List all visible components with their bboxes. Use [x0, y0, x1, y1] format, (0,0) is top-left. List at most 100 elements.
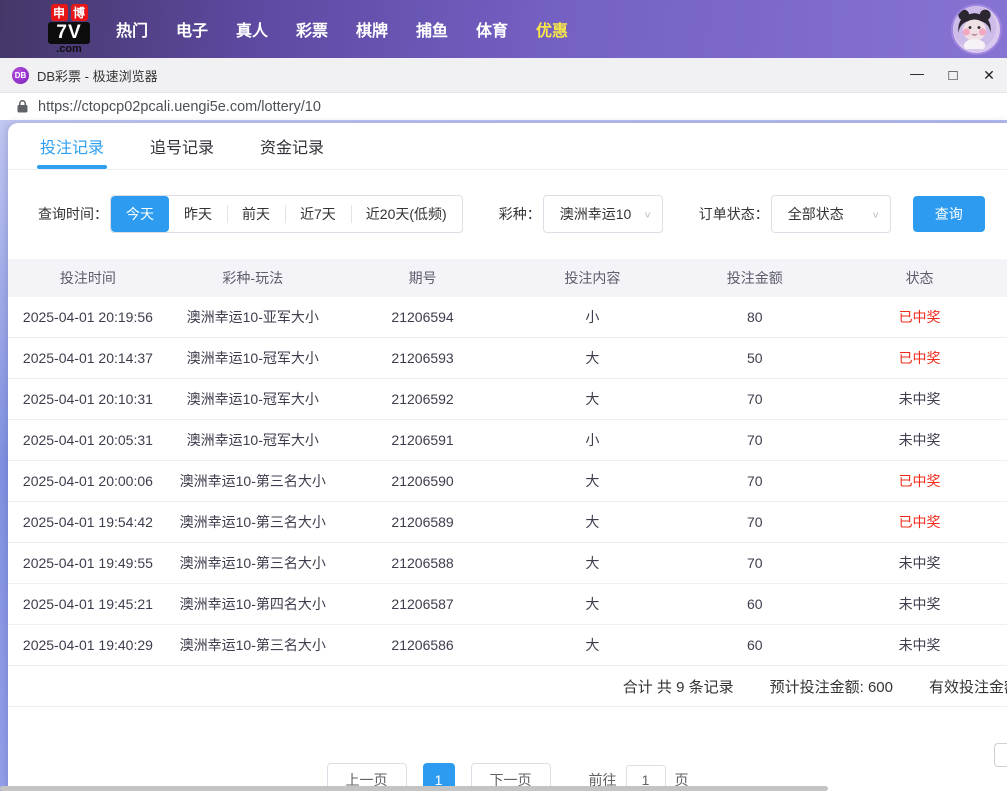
minimize-icon: —: [910, 65, 924, 81]
cell-amount: 60: [677, 596, 832, 612]
cell-issue: 21206587: [338, 596, 508, 612]
header-amount: 投注金额: [677, 268, 832, 288]
cell-amount: 70: [677, 391, 832, 407]
clipped-side-widget[interactable]: [994, 743, 1007, 767]
cell-content: 小: [507, 430, 677, 450]
chevron-down-icon: ∨: [644, 209, 652, 219]
menu-item-lottery[interactable]: 彩票: [296, 17, 328, 41]
menu-item-fishing[interactable]: 捕鱼: [416, 17, 448, 41]
cell-content: 大: [507, 512, 677, 532]
site-logo[interactable]: 申 博 7V .com: [40, 4, 98, 55]
browser-favicon: DB: [12, 67, 29, 84]
bet-records-table: 投注时间 彩种-玩法 期号 投注内容 投注金额 状态 2025-04-01 20…: [8, 259, 1007, 707]
table-row: 2025-04-01 19:49:55澳洲幸运10-第三名大小21206588大…: [8, 543, 1007, 584]
menu-item-board[interactable]: 棋牌: [356, 17, 388, 41]
cell-status: 已中奖: [832, 348, 1007, 368]
logo-badge-shen: 申: [51, 4, 68, 21]
cell-issue: 21206588: [338, 555, 508, 571]
record-tabs: 投注记录 追号记录 资金记录: [8, 123, 1007, 170]
time-option-20days[interactable]: 近20天(低频): [351, 196, 462, 232]
cell-content: 大: [507, 553, 677, 573]
cell-amount: 70: [677, 514, 832, 530]
summary-valid-amount: 有效投注金额: [929, 676, 1007, 697]
cell-time: 2025-04-01 20:19:56: [8, 309, 168, 325]
horizontal-scrollbar[interactable]: [0, 786, 828, 791]
menu-item-promo[interactable]: 优惠: [536, 17, 568, 41]
time-option-daybefore[interactable]: 前天: [227, 196, 285, 232]
cell-status: 已中奖: [832, 471, 1007, 491]
header-bet-time: 投注时间: [8, 268, 168, 288]
time-option-7days[interactable]: 近7天: [285, 196, 351, 232]
cell-time: 2025-04-01 20:14:37: [8, 350, 168, 366]
cell-issue: 21206586: [338, 637, 508, 653]
cell-issue: 21206594: [338, 309, 508, 325]
cell-time: 2025-04-01 20:05:31: [8, 432, 168, 448]
cell-amount: 70: [677, 555, 832, 571]
cell-status: 已中奖: [832, 512, 1007, 532]
summary-expected-amount: 预计投注金额: 600: [770, 676, 893, 697]
cell-content: 大: [507, 635, 677, 655]
lock-icon: [17, 100, 28, 113]
tab-fund-records[interactable]: 资金记录: [260, 123, 324, 169]
cell-game: 澳洲幸运10-冠军大小: [168, 389, 338, 409]
order-status-select[interactable]: 全部状态 ∨: [771, 195, 891, 233]
cell-issue: 21206591: [338, 432, 508, 448]
table-row: 2025-04-01 19:40:29澳洲幸运10-第三名大小21206586大…: [8, 625, 1007, 666]
cell-content: 大: [507, 471, 677, 491]
lottery-type-label: 彩种：: [499, 204, 541, 224]
lottery-type-select[interactable]: 澳洲幸运10 ∨: [543, 195, 663, 233]
cell-amount: 80: [677, 309, 832, 325]
menu-item-hot[interactable]: 热门: [116, 17, 148, 41]
cell-game: 澳洲幸运10-第三名大小: [168, 471, 338, 491]
cell-time: 2025-04-01 19:45:21: [8, 596, 168, 612]
content-card: 投注记录 追号记录 资金记录 查询时间： 今天 昨天 前天 近7天 近20天(低…: [8, 123, 1007, 791]
menu-item-sports[interactable]: 体育: [476, 17, 508, 41]
cell-game: 澳洲幸运10-冠军大小: [168, 430, 338, 450]
time-option-yesterday[interactable]: 昨天: [169, 196, 227, 232]
query-time-label: 查询时间：: [38, 204, 108, 224]
tab-chase-records[interactable]: 追号记录: [150, 123, 214, 169]
cell-status: 未中奖: [832, 430, 1007, 450]
cell-content: 大: [507, 389, 677, 409]
table-row: 2025-04-01 20:14:37澳洲幸运10-冠军大小21206593大5…: [8, 338, 1007, 379]
page-background: 投注记录 追号记录 资金记录 查询时间： 今天 昨天 前天 近7天 近20天(低…: [0, 120, 1007, 791]
logo-badge-bo: 博: [71, 4, 88, 21]
cell-time: 2025-04-01 20:10:31: [8, 391, 168, 407]
browser-titlebar: DB DB彩票 - 极速浏览器 — □ ✕: [0, 58, 1007, 93]
top-navbar: 申 博 7V .com 热门 电子 真人 彩票 棋牌 捕鱼 体育 优惠: [0, 0, 1007, 58]
menu-item-electronic[interactable]: 电子: [176, 17, 208, 41]
user-avatar[interactable]: [951, 4, 1002, 55]
table-row: 2025-04-01 20:00:06澳洲幸运10-第三名大小21206590大…: [8, 461, 1007, 502]
order-status-label: 订单状态：: [699, 204, 769, 224]
header-status: 状态: [832, 268, 1007, 288]
table-row: 2025-04-01 19:54:42澳洲幸运10-第三名大小21206589大…: [8, 502, 1007, 543]
close-button[interactable]: ✕: [971, 58, 1007, 92]
cell-issue: 21206590: [338, 473, 508, 489]
header-content: 投注内容: [507, 268, 677, 288]
summary-total: 合计 共 9 条记录: [623, 676, 734, 697]
header-game-play: 彩种-玩法: [168, 268, 338, 288]
menu-item-live[interactable]: 真人: [236, 17, 268, 41]
cell-game: 澳洲幸运10-第三名大小: [168, 635, 338, 655]
cell-status: 未中奖: [832, 553, 1007, 573]
time-option-today[interactable]: 今天: [111, 196, 169, 232]
window-controls: — □ ✕: [899, 58, 1007, 92]
cell-content: 大: [507, 348, 677, 368]
maximize-icon: □: [948, 67, 957, 84]
cell-time: 2025-04-01 19:49:55: [8, 555, 168, 571]
avatar-image: [953, 6, 996, 49]
address-bar[interactable]: https://ctopcp02pcali.uengi5e.com/lotter…: [0, 93, 1007, 121]
lottery-type-value: 澳洲幸运10: [560, 204, 632, 224]
cell-status: 未中奖: [832, 389, 1007, 409]
cell-content: 大: [507, 594, 677, 614]
window-title: DB彩票 - 极速浏览器: [37, 66, 158, 85]
search-button[interactable]: 查询: [913, 196, 985, 232]
filter-bar: 查询时间： 今天 昨天 前天 近7天 近20天(低频) 彩种： 澳洲幸运10 ∨…: [38, 196, 1007, 232]
minimize-button[interactable]: —: [899, 58, 935, 92]
cell-amount: 50: [677, 350, 832, 366]
cell-amount: 60: [677, 637, 832, 653]
maximize-button[interactable]: □: [935, 58, 971, 92]
header-issue: 期号: [338, 268, 508, 288]
cell-time: 2025-04-01 20:00:06: [8, 473, 168, 489]
tab-bet-records[interactable]: 投注记录: [40, 123, 104, 169]
